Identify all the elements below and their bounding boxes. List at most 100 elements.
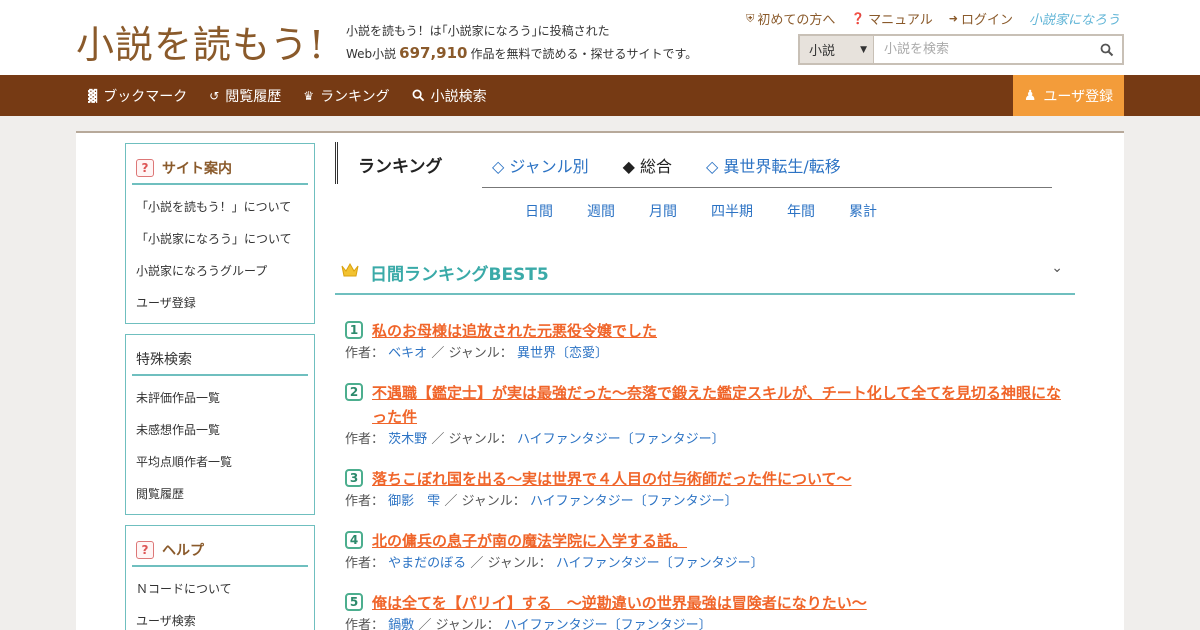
beginners-link[interactable]: ⛨ 初めての方へ xyxy=(746,9,836,29)
search-bar: 小説 ▼ xyxy=(798,34,1124,65)
sidebar-item-user-search[interactable]: ユーザ検索 xyxy=(136,605,314,630)
genre-link[interactable]: ハイファンタジー〔ファンタジー〕 xyxy=(556,556,764,571)
page-background-left xyxy=(0,116,76,630)
sidebar-item-about-narou[interactable]: 「小説家になろう」について xyxy=(136,223,314,255)
sidebar-box-title: ? サイト案内 xyxy=(132,152,308,185)
manual-link[interactable]: ❓ マニュアル xyxy=(851,9,932,28)
nav-history[interactable]: ↺ 閲覧履歴 xyxy=(209,86,281,106)
sidebar-item-history[interactable]: 閲覧履歴 xyxy=(136,478,314,510)
bookmark-icon: ▓ xyxy=(88,88,98,103)
sidebar-title-site-guide: サイト案内 xyxy=(162,160,232,177)
tagline-line1: 小説を読もう！は｢小説家になろう｣に投稿された xyxy=(346,24,610,38)
genre-label: ／ ジャンル： xyxy=(418,618,500,630)
ranking-header: ランキング ◇ ジャンル別 ◆ 総合 ◇ 異世界転生/転移 xyxy=(335,142,1075,184)
chevron-down-icon[interactable]: ⌄ xyxy=(1051,260,1063,276)
sidebar-item-narou-group[interactable]: 小説家になろうグループ xyxy=(136,255,314,287)
nav-ranking-label: ランキング xyxy=(320,88,390,105)
question-icon: ? xyxy=(136,540,154,559)
page-background-strip xyxy=(76,116,1124,131)
rank-number: 4 xyxy=(345,531,363,549)
sidebar-box-title: ? ヘルプ xyxy=(132,534,308,567)
sidebar-item-unrated[interactable]: 未評価作品一覧 xyxy=(136,382,314,414)
best5-header[interactable]: 日間ランキングBEST5 ⌄ xyxy=(335,252,1075,295)
period-monthly[interactable]: 月間 xyxy=(649,201,711,221)
shield-icon: ⛨ xyxy=(746,11,755,25)
user-icon: ♟ xyxy=(1023,87,1037,104)
novel-title-link[interactable]: 私のお母様は追放された元悪役令嬢でした xyxy=(372,319,1072,343)
period-weekly[interactable]: 週間 xyxy=(587,201,649,221)
tab-isekai[interactable]: ◇ 異世界転生/転移 xyxy=(706,153,841,177)
rank-number: 1 xyxy=(345,321,363,339)
sidebar-item-register[interactable]: ユーザ登録 xyxy=(136,287,314,319)
login-icon: ➜ xyxy=(948,12,958,25)
sidebar-box-site-guide: ? サイト案内 「小説を読もう！」について 「小説家になろう」について 小説家に… xyxy=(125,143,315,324)
site-logo[interactable]: 小説を読もう! xyxy=(76,14,325,69)
nav-ranking[interactable]: ♛ ランキング xyxy=(303,86,389,106)
tagline-prefix: Web小説 xyxy=(346,47,397,61)
tab-overall[interactable]: ◆ 総合 xyxy=(623,153,672,177)
sidebar-item-no-reviews[interactable]: 未感想作品一覧 xyxy=(136,414,314,446)
beginners-label: 初めての方へ xyxy=(757,13,836,28)
novel-meta: 作者： やまだのぼる ／ ジャンル： ハイファンタジー〔ファンタジー〕 xyxy=(345,552,764,571)
author-link[interactable]: 御影 雫 xyxy=(388,494,440,509)
chevron-down-icon: ▼ xyxy=(860,44,867,55)
search-icon xyxy=(412,89,424,102)
novel-meta: 作者： 鍋敷 ／ ジャンル： ハイファンタジー〔ファンタジー〕 xyxy=(345,614,712,630)
author-link[interactable]: 鍋敷 xyxy=(388,618,414,630)
login-label: ログイン xyxy=(960,13,1013,28)
genre-link[interactable]: 異世界〔恋愛〕 xyxy=(517,346,608,361)
period-daily[interactable]: 日間 xyxy=(525,201,587,221)
period-quarterly[interactable]: 四半期 xyxy=(711,201,787,221)
rank-number: 3 xyxy=(345,469,363,487)
search-type-value: 小説 xyxy=(809,44,836,59)
genre-link[interactable]: ハイファンタジー〔ファンタジー〕 xyxy=(530,494,738,509)
author-link[interactable]: やまだのぼる xyxy=(388,556,466,571)
ranking-tabs: ◇ ジャンル別 ◆ 総合 ◇ 異世界転生/転移 xyxy=(492,153,841,177)
genre-label: ／ ジャンル： xyxy=(431,346,513,361)
genre-link[interactable]: ハイファンタジー〔ファンタジー〕 xyxy=(504,618,712,630)
sidebar-item-about-yomou[interactable]: 「小説を読もう！」について xyxy=(136,191,314,223)
genre-label: ／ ジャンル： xyxy=(444,494,526,509)
novel-title-link[interactable]: 俺は全てを【パリイ】する 〜逆勘違いの世界最強は冒険者になりたい〜 xyxy=(372,591,1072,615)
novel-count: 697,910 xyxy=(399,44,468,62)
search-input[interactable] xyxy=(874,36,1092,63)
main-nav: ▓ ブックマーク ↺ 閲覧履歴 ♛ ランキング 小説検索 ♟ ユーザ登録 xyxy=(0,75,1200,116)
period-yearly[interactable]: 年間 xyxy=(787,201,849,221)
author-link[interactable]: 茨木野 xyxy=(388,432,427,447)
sidebar-item-avg-authors[interactable]: 平均点順作者一覧 xyxy=(136,446,314,478)
register-button[interactable]: ♟ ユーザ登録 xyxy=(1013,75,1124,116)
novel-title-link[interactable]: 落ちこぼれ国を出る〜実は世界で４人目の付与術師だった件について〜 xyxy=(372,467,1072,491)
search-button[interactable] xyxy=(1092,36,1122,63)
rank-number: 2 xyxy=(345,383,363,401)
novel-title-link[interactable]: 不遇職【鑑定士】が実は最強だった〜奈落で鍛えた鑑定スキルが、チート化して全てを見… xyxy=(372,381,1072,429)
sidebar-box-title: 特殊検索 xyxy=(132,343,308,376)
ranking-tabs-divider xyxy=(482,187,1052,188)
nav-search[interactable]: 小説検索 xyxy=(412,86,487,106)
sidebar-title-special-search: 特殊検索 xyxy=(136,351,192,368)
login-link[interactable]: ➜ ログイン xyxy=(949,9,1013,28)
author-label: 作者： xyxy=(345,494,385,509)
novel-title-link[interactable]: 北の傭兵の息子が南の魔法学院に入学する話。 xyxy=(372,529,1072,553)
history-icon: ↺ xyxy=(209,88,220,103)
site-header: 小説を読もう! 小説を読もう！は｢小説家になろう｣に投稿された Web小説 697… xyxy=(0,0,1200,75)
period-total[interactable]: 累計 xyxy=(849,201,877,221)
best5-title: 日間ランキングBEST5 xyxy=(370,265,549,285)
search-type-select[interactable]: 小説 ▼ xyxy=(800,36,874,63)
top-links: ⛨ 初めての方へ ❓ マニュアル ➜ ログイン 小説家になろう xyxy=(746,9,1120,29)
rank-number: 5 xyxy=(345,593,363,611)
sidebar-item-ncode[interactable]: Ｎコードについて xyxy=(136,573,314,605)
tab-genre[interactable]: ◇ ジャンル別 xyxy=(492,153,589,177)
register-label: ユーザ登録 xyxy=(1043,88,1114,105)
narou-logo[interactable]: 小説家になろう xyxy=(1029,9,1120,28)
site-tagline: 小説を読もう！は｢小説家になろう｣に投稿された Web小説 697,910 作品を無… xyxy=(346,20,697,65)
genre-link[interactable]: ハイファンタジー〔ファンタジー〕 xyxy=(517,432,725,447)
question-icon: ? xyxy=(136,158,154,177)
genre-label: ／ ジャンル： xyxy=(470,556,552,571)
sidebar-title-help: ヘルプ xyxy=(162,542,204,559)
ranking-title-bar xyxy=(335,142,338,184)
question-circle-icon: ❓ xyxy=(851,12,866,25)
crown-icon: ♛ xyxy=(303,88,315,103)
search-icon xyxy=(1100,43,1114,56)
author-link[interactable]: ベキオ xyxy=(388,346,427,361)
nav-bookmark[interactable]: ▓ ブックマーク xyxy=(88,86,187,106)
